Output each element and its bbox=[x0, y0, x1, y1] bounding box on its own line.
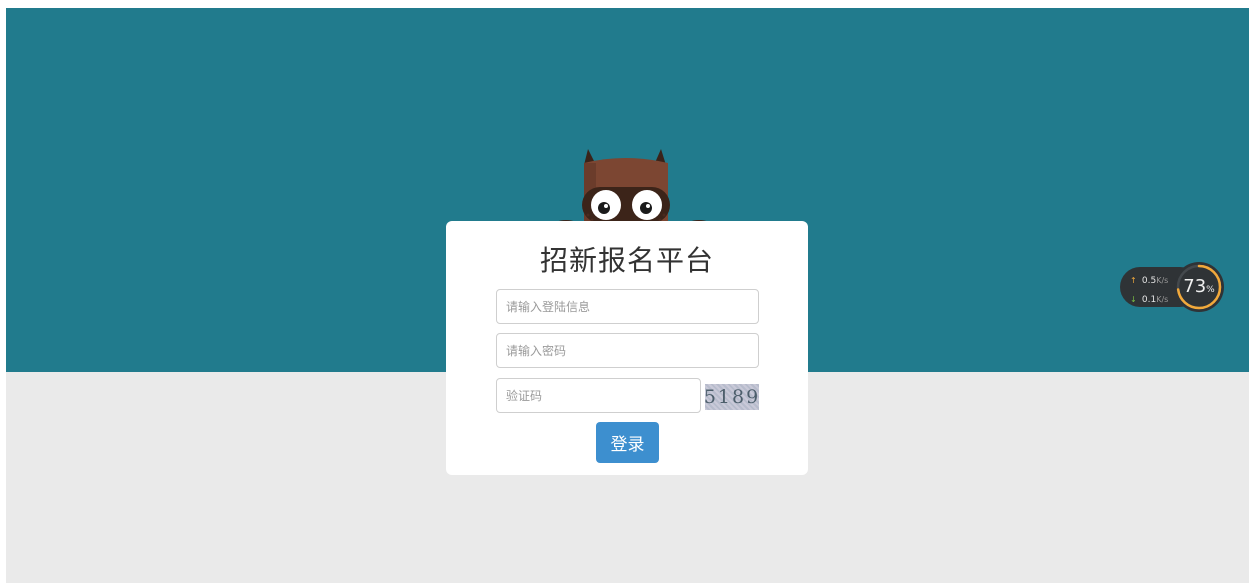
captcha-image[interactable]: 5189 bbox=[704, 384, 759, 410]
download-value: 0.1 bbox=[1141, 295, 1157, 305]
download-rate: ↓ 0.1K/s bbox=[1130, 295, 1168, 305]
password-input[interactable] bbox=[496, 333, 759, 368]
login-title: 招新报名平台 bbox=[539, 244, 714, 277]
usage-number: 73 bbox=[1183, 276, 1207, 297]
usage-value: 73% bbox=[1174, 276, 1224, 297]
upload-unit: K/s bbox=[1156, 276, 1169, 285]
login-card: 招新报名平台 5189 登录 bbox=[446, 221, 808, 475]
captcha-input[interactable] bbox=[496, 378, 701, 413]
download-unit: K/s bbox=[1156, 295, 1169, 304]
login-button[interactable]: 登录 bbox=[596, 422, 659, 463]
upload-value: 0.5 bbox=[1141, 276, 1157, 286]
arrow-up-icon: ↑ bbox=[1130, 276, 1137, 285]
usage-gauge[interactable]: 73% bbox=[1174, 262, 1224, 312]
owl-mascot-icon bbox=[552, 149, 713, 233]
usage-percent-sign: % bbox=[1206, 285, 1215, 295]
upload-rate: ↑ 0.5K/s bbox=[1130, 276, 1168, 286]
network-monitor-widget[interactable]: ↑ 0.5K/s ↓ 0.1K/s 73% bbox=[1120, 262, 1224, 312]
username-input[interactable] bbox=[496, 289, 759, 324]
page: 招新报名平台 5189 登录 ↑ 0.5K/s ↓ 0.1K/s 73% bbox=[6, 8, 1249, 583]
arrow-down-icon: ↓ bbox=[1130, 295, 1137, 304]
